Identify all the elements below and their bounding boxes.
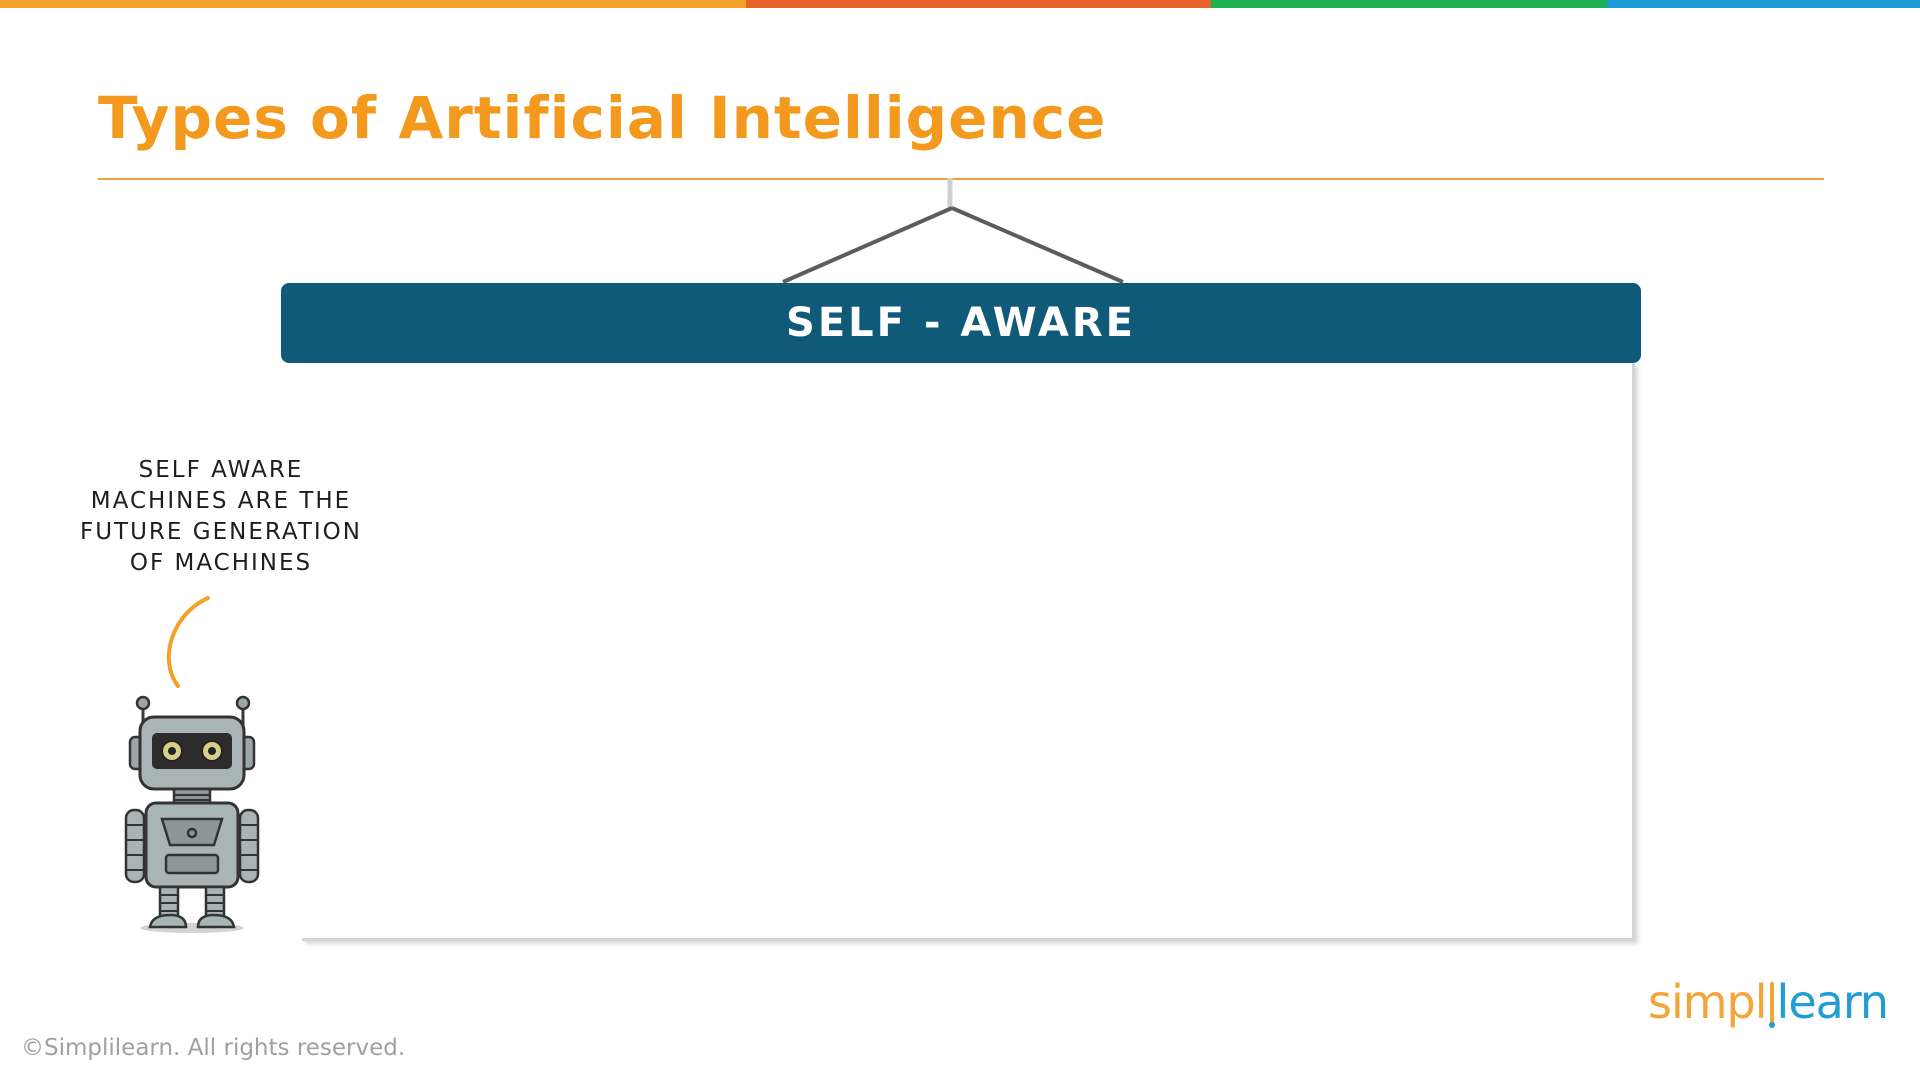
robot-icon [124,695,260,933]
speech-line: SELF AWARE [138,457,304,483]
logo-part-b: learn [1776,975,1890,1029]
speech-line: FUTURE GENERATION [79,519,362,545]
tree-connector [782,178,1124,284]
category-banner: SELF - AWARE [281,283,1641,363]
content-panel [302,363,1635,941]
simplilearn-logo: simpl learn [1648,975,1890,1029]
speech-line: MACHINES ARE THE [90,488,352,514]
logo-i-mark-icon [1767,982,1777,1028]
speech-text: SELF AWARE MACHINES ARE THE FUTURE GENER… [60,455,382,579]
category-label: SELF - AWARE [786,300,1136,346]
speech-line: OF MACHINES [129,550,313,576]
speech-bubble-tail-icon [166,596,210,688]
logo-part-a: simpl [1648,975,1768,1029]
copyright-notice: ©Simplilearn. All rights reserved. [21,1035,406,1061]
